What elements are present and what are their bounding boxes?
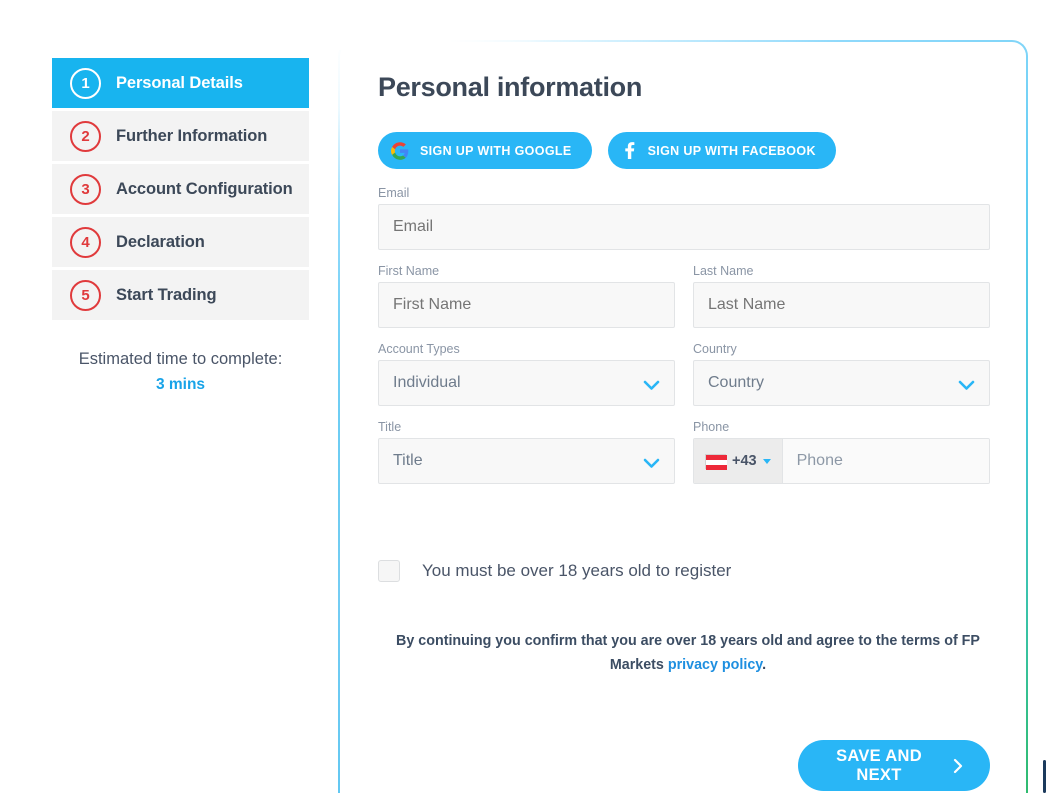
age-checkbox-label: You must be over 18 years old to registe… — [422, 561, 732, 580]
country-field-block: Country Country — [693, 342, 990, 406]
sidebar-step-personal-details[interactable]: 1 Personal Details — [52, 58, 309, 108]
sidebar-step-label: Personal Details — [116, 73, 243, 92]
first-name-field-label: First Name — [378, 264, 440, 278]
email-input[interactable] — [378, 204, 990, 250]
save-and-next-button[interactable]: SAVE AND NEXT — [798, 740, 990, 791]
chevron-right-icon — [952, 758, 964, 774]
country-field-label: Country — [693, 342, 737, 356]
sidebar-step-label: Further Information — [116, 126, 268, 145]
sidebar-step-declaration[interactable]: 4 Declaration — [52, 217, 309, 267]
estimated-time-value: 3 mins — [155, 375, 206, 393]
sidebar-step-label: Declaration — [116, 232, 205, 251]
last-name-field-block: Last Name — [693, 264, 990, 328]
step-number-badge: 4 — [70, 226, 101, 258]
title-value: Title — [393, 452, 423, 469]
page-scrollbar[interactable] — [1043, 760, 1046, 793]
google-button-label: SIGN UP WITH GOOGLE — [420, 143, 572, 158]
chevron-down-icon — [643, 378, 660, 390]
legal-disclaimer: By continuing you confirm that you are o… — [386, 630, 990, 677]
step-number-badge: 2 — [70, 120, 101, 152]
title-field-label: Title — [378, 420, 402, 434]
page-title: Personal information — [378, 72, 643, 102]
save-and-next-label: SAVE AND NEXT — [836, 746, 922, 784]
panel-border-fade-mask — [330, 30, 545, 50]
account-type-field-block: Account Types Individual — [378, 342, 675, 406]
sidebar-step-start-trading[interactable]: 5 Start Trading — [52, 270, 309, 320]
social-signup-row: SIGN UP WITH GOOGLE SIGN UP WITH FACEBOO… — [378, 132, 836, 169]
last-name-field-label: Last Name — [693, 264, 754, 278]
title-select[interactable]: Title — [378, 438, 675, 484]
form-fields: Email First Name Last Name Account Types — [378, 186, 990, 498]
facebook-f-icon — [621, 142, 637, 160]
name-row: First Name Last Name — [378, 264, 990, 328]
sign-up-with-facebook-button[interactable]: SIGN UP WITH FACEBOOK — [607, 132, 836, 169]
title-phone-row: Title Title Phone +43 Phone — [378, 420, 990, 484]
estimated-time-label: Estimated time to complete: — [78, 350, 283, 368]
age-confirmation-row: You must be over 18 years old to registe… — [378, 560, 731, 582]
last-name-input[interactable] — [693, 282, 990, 328]
account-type-select[interactable]: Individual — [378, 360, 675, 406]
facebook-button-label: SIGN UP WITH FACEBOOK — [647, 143, 816, 158]
country-code-selector[interactable]: +43 — [694, 439, 783, 483]
country-select[interactable]: Country — [693, 360, 990, 406]
sidebar-step-label: Start Trading — [116, 285, 217, 304]
legal-text-after: . — [762, 656, 767, 673]
first-name-field-block: First Name — [378, 264, 675, 328]
sidebar-step-account-configuration[interactable]: 3 Account Configuration — [52, 164, 309, 214]
sidebar-step-further-information[interactable]: 2 Further Information — [52, 111, 309, 161]
sign-up-with-google-button[interactable]: SIGN UP WITH GOOGLE — [378, 132, 592, 169]
google-g-icon — [391, 141, 409, 160]
left-accent-line — [338, 0, 340, 793]
country-value: Country — [708, 374, 765, 391]
sidebar-step-label: Account Configuration — [116, 179, 293, 198]
signup-page: 1 Personal Details 2 Further Information… — [0, 0, 1050, 793]
chevron-down-icon — [958, 378, 975, 390]
steps-sidebar: 1 Personal Details 2 Further Information… — [52, 58, 309, 323]
title-field-block: Title Title — [378, 420, 675, 484]
first-name-input[interactable] — [378, 282, 675, 328]
chevron-down-icon — [643, 456, 660, 468]
austria-flag-icon — [705, 453, 727, 470]
privacy-policy-link[interactable]: privacy policy — [668, 657, 762, 673]
age-checkbox[interactable] — [378, 560, 400, 582]
step-number-badge: 3 — [70, 173, 101, 205]
email-field-block: Email — [378, 186, 990, 250]
phone-input-group: +43 — [693, 438, 990, 484]
email-field-label: Email — [378, 186, 410, 200]
phone-field-block: Phone +43 — [693, 420, 990, 484]
country-code-value: +43 — [732, 453, 757, 469]
account-type-value: Individual — [393, 374, 461, 391]
estimated-time-block: Estimated time to complete: 3 mins — [52, 347, 309, 394]
account-type-field-label: Account Types — [378, 342, 460, 356]
phone-input[interactable] — [782, 439, 989, 483]
caret-down-icon — [762, 458, 771, 464]
account-country-row: Account Types Individual Country Country — [378, 342, 990, 406]
step-number-badge: 1 — [70, 67, 101, 99]
phone-field-label: Phone — [693, 420, 730, 434]
step-number-badge: 5 — [70, 279, 101, 311]
